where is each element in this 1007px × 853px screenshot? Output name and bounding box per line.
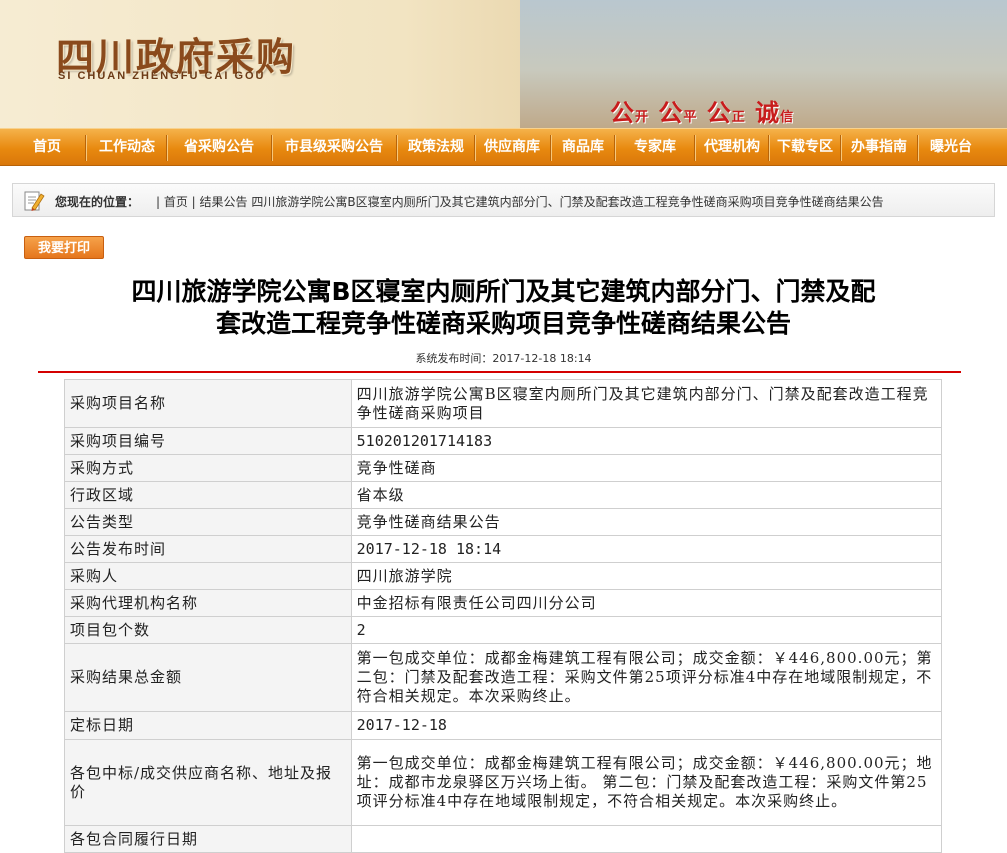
site-logo-pinyin: SI CHUAN ZHENGFU CAI GOU (58, 70, 266, 82)
table-key: 采购项目编号 (64, 427, 352, 455)
table-value: 2 (350, 616, 943, 644)
table-value: 四川旅游学院 (350, 562, 943, 590)
nav-item-exposure[interactable]: 曝光台 (920, 129, 982, 166)
nav-divider (614, 135, 616, 161)
table-row: 各包合同履行日期 (64, 825, 943, 853)
nav-divider (550, 135, 552, 161)
table-key: 各包中标/成交供应商名称、地址及报价 (64, 739, 352, 826)
nav-item-suppliers[interactable]: 供应商库 (477, 129, 547, 166)
nav-divider (694, 135, 696, 161)
nav-divider (768, 135, 770, 161)
table-key: 项目包个数 (64, 616, 352, 644)
breadcrumb: 您现在的位置： | 首页 | 结果公告 四川旅游学院公寓B区寝室内厕所门及其它建… (12, 183, 995, 217)
table-row: 采购人 四川旅游学院 (64, 562, 943, 590)
nav-divider (271, 135, 273, 161)
slogan-char-small: 开 (635, 110, 650, 125)
table-value: 竞争性磋商结果公告 (350, 508, 943, 536)
table-key: 采购人 (64, 562, 352, 590)
slogan-char-small: 正 (731, 110, 746, 125)
nav-item-experts[interactable]: 专家库 (617, 129, 693, 166)
table-row: 公告发布时间 2017-12-18 18:14 (64, 535, 943, 563)
announcement-table: 采购项目名称 四川旅游学院公寓B区寝室内厕所门及其它建筑内部分门、门禁及配套改造… (64, 379, 943, 853)
table-key: 行政区域 (64, 481, 352, 509)
table-value: 四川旅游学院公寓B区寝室内厕所门及其它建筑内部分门、门禁及配套改造工程竞争性磋商… (350, 379, 943, 428)
main-nav: 首页 工作动态 省采购公告 市县级采购公告 政策法规 供应商库 商品库 专家库 … (0, 128, 1007, 166)
nav-divider (85, 135, 87, 161)
page-title-line: 四川旅游学院公寓B区寝室内厕所门及其它建筑内部分门、门禁及配 (131, 277, 876, 306)
nav-item-news[interactable]: 工作动态 (89, 129, 165, 166)
nav-item-policies[interactable]: 政策法规 (400, 129, 472, 166)
table-value: 2017-12-18 18:14 (350, 535, 943, 563)
table-row: 采购项目名称 四川旅游学院公寓B区寝室内厕所门及其它建筑内部分门、门禁及配套改造… (64, 379, 943, 428)
table-key: 采购结果总金额 (64, 643, 352, 712)
table-row: 各包中标/成交供应商名称、地址及报价 第一包成交单位：成都金梅建筑工程有限公司；… (64, 739, 943, 826)
slogan-char: 公 (706, 98, 732, 127)
table-row: 采购代理机构名称 中金招标有限责任公司四川分公司 (64, 589, 943, 617)
table-value: 竞争性磋商 (350, 454, 943, 482)
table-value (350, 825, 943, 853)
table-value: 中金招标有限责任公司四川分公司 (350, 589, 943, 617)
table-key: 定标日期 (64, 711, 352, 740)
slogan-char: 公 (658, 98, 684, 127)
print-button[interactable]: 我要打印 (24, 236, 104, 259)
nav-divider (166, 135, 168, 161)
notepad-pencil-icon (24, 191, 45, 211)
table-value: 省本级 (350, 481, 943, 509)
slogan: 公开 公平 公正 诚信 (610, 93, 794, 128)
table-row: 行政区域 省本级 (64, 481, 943, 509)
table-key: 采购项目名称 (64, 379, 352, 428)
table-row: 定标日期 2017-12-18 (64, 711, 943, 740)
nav-divider (474, 135, 476, 161)
table-row: 采购项目编号 510201201714183 (64, 427, 943, 455)
publish-time: 系统发布时间：2017-12-18 18:14 (415, 352, 592, 365)
table-value: 第一包成交单位：成都金梅建筑工程有限公司；成交金额：￥446,800.00元；第… (350, 643, 943, 712)
nav-item-home[interactable]: 首页 (12, 129, 82, 166)
nav-item-guide[interactable]: 办事指南 (843, 129, 915, 166)
nav-item-agencies[interactable]: 代理机构 (697, 129, 767, 166)
table-key: 采购代理机构名称 (64, 589, 352, 617)
header-banner: 四川政府采购 SI CHUAN ZHENGFU CAI GOU 公开 公平 公正… (0, 0, 1007, 128)
table-row: 采购结果总金额 第一包成交单位：成都金梅建筑工程有限公司；成交金额：￥446,8… (64, 643, 943, 712)
nav-divider (917, 135, 919, 161)
slogan-char: 诚 (755, 98, 781, 127)
table-key: 公告发布时间 (64, 535, 352, 563)
table-row: 公告类型 竞争性磋商结果公告 (64, 508, 943, 536)
table-row: 采购方式 竞争性磋商 (64, 454, 943, 482)
nav-divider (396, 135, 398, 161)
breadcrumb-path[interactable]: | 首页 | 结果公告 四川旅游学院公寓B区寝室内厕所门及其它建筑内部分门、门禁… (156, 193, 884, 210)
table-key: 公告类型 (64, 508, 352, 536)
breadcrumb-label: 您现在的位置： (55, 195, 140, 209)
table-value: 第一包成交单位：成都金梅建筑工程有限公司；成交金额：￥446,800.00元；地… (350, 739, 943, 826)
table-key: 各包合同履行日期 (64, 825, 352, 853)
nav-item-county-notices[interactable]: 市县级采购公告 (275, 129, 393, 166)
title-divider (38, 371, 961, 373)
nav-item-products[interactable]: 商品库 (553, 129, 613, 166)
nav-divider (840, 135, 842, 161)
slogan-char-small: 信 (780, 110, 795, 125)
slogan-char-small: 平 (683, 110, 698, 125)
table-row: 项目包个数 2 (64, 616, 943, 644)
table-value: 2017-12-18 (350, 711, 943, 740)
page-title-line: 套改造工程竞争性磋商采购项目竞争性磋商结果公告 (215, 309, 791, 338)
page-title: 四川旅游学院公寓B区寝室内厕所门及其它建筑内部分门、门禁及配 套改造工程竞争性磋… (20, 276, 987, 340)
table-value: 510201201714183 (350, 427, 943, 455)
slogan-char: 公 (610, 98, 635, 127)
table-key: 采购方式 (64, 454, 352, 482)
nav-item-province-notices[interactable]: 省采购公告 (170, 129, 268, 166)
nav-item-downloads[interactable]: 下载专区 (771, 129, 839, 166)
